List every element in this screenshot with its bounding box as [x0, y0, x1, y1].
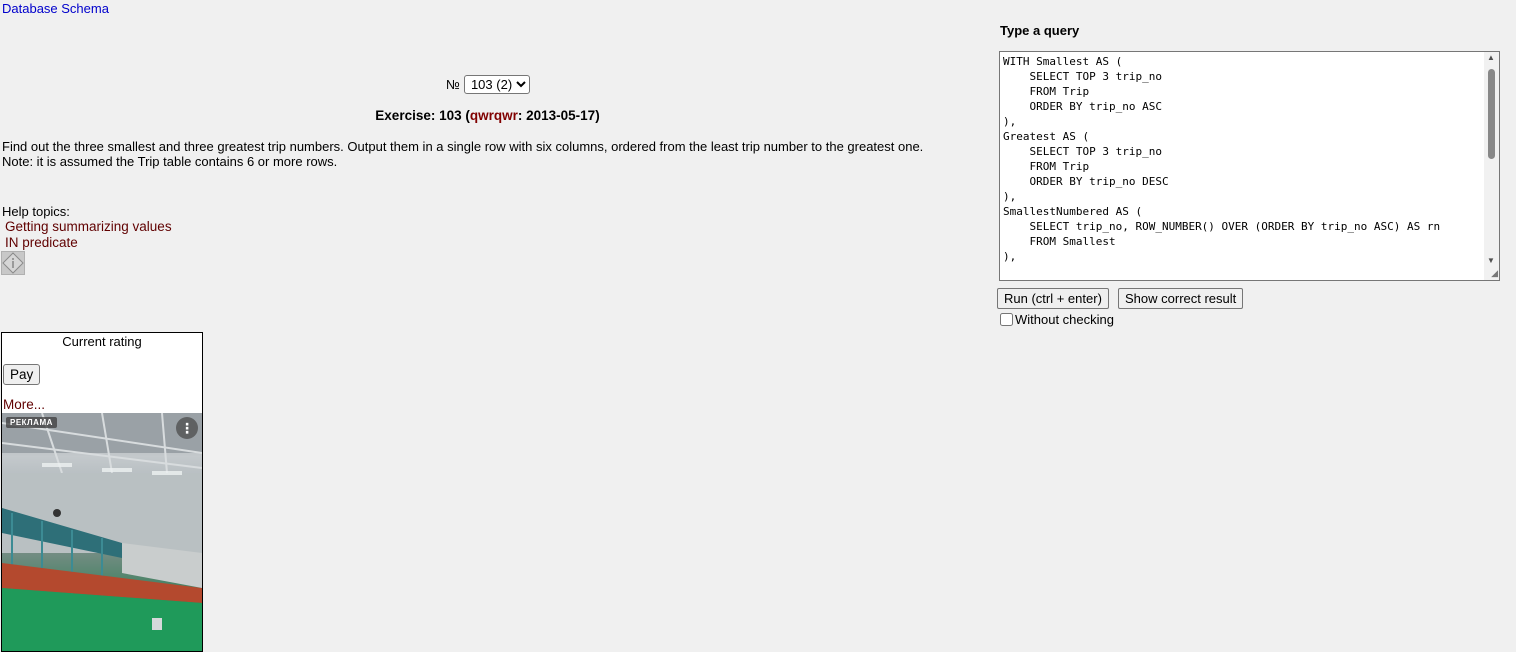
exercise-select[interactable]: 103 (2) [463, 75, 530, 94]
query-textarea[interactable]: WITH Smallest AS ( SELECT TOP 3 trip_no … [999, 51, 1500, 281]
without-checking-label: Without checking [1015, 312, 1114, 327]
exercise-note: Note: it is assumed the Trip table conta… [2, 154, 338, 169]
run-button[interactable]: Run (ctrl + enter) [997, 288, 1109, 309]
ad-badge: РЕКЛАМА [6, 417, 57, 428]
exercise-number-label: № [446, 77, 460, 92]
without-checking-option[interactable]: Without checking [1000, 312, 1114, 327]
exercise-title-suffix: : 2013-05-17) [517, 108, 600, 123]
without-checking-checkbox[interactable] [1000, 313, 1013, 326]
exercise-description: Find out the three smallest and three gr… [2, 139, 975, 169]
query-scrollbar[interactable]: ▲ ▼ [1484, 52, 1499, 280]
database-schema-link[interactable]: Database Schema [2, 1, 109, 16]
help-topic-summarizing-values[interactable]: Getting summarizing values [5, 219, 172, 234]
exercise-description-text: Find out the three smallest and three gr… [2, 139, 924, 154]
diamond-info-icon[interactable] [1, 251, 25, 275]
scrollbar-thumb[interactable] [1488, 69, 1495, 159]
query-label: Type a query [1000, 23, 1080, 38]
current-rating-panel: Current rating Pay More... РЕКЛАМА ⋮ [1, 332, 203, 652]
diamond-info-icon-svg [2, 252, 24, 274]
factory-photo-image [2, 413, 202, 651]
show-correct-result-button[interactable]: Show correct result [1118, 288, 1244, 309]
help-topic-in-predicate[interactable]: IN predicate [5, 235, 78, 250]
help-topics-title: Help topics: [2, 204, 70, 219]
exercise-author-link[interactable]: qwrqwr [470, 108, 518, 123]
kebab-menu-icon[interactable]: ⋮ [176, 417, 198, 439]
pay-button[interactable]: Pay [3, 364, 41, 385]
current-rating-title: Current rating [62, 334, 142, 349]
query-text[interactable]: WITH Smallest AS ( SELECT TOP 3 trip_no … [1000, 52, 1499, 264]
more-link[interactable]: More... [3, 397, 45, 412]
exercise-title: Exercise: 103 (qwrqwr: 2013-05-17) [0, 108, 975, 123]
exercise-title-prefix: Exercise: 103 ( [375, 108, 470, 123]
scroll-down-icon[interactable]: ▼ [1487, 256, 1495, 265]
advertisement-banner[interactable]: РЕКЛАМА ⋮ [2, 413, 202, 651]
scroll-up-icon[interactable]: ▲ [1487, 53, 1495, 62]
resize-grip-icon[interactable]: ◢ [1491, 268, 1498, 279]
exercise-selector: № 103 (2) [446, 75, 530, 94]
